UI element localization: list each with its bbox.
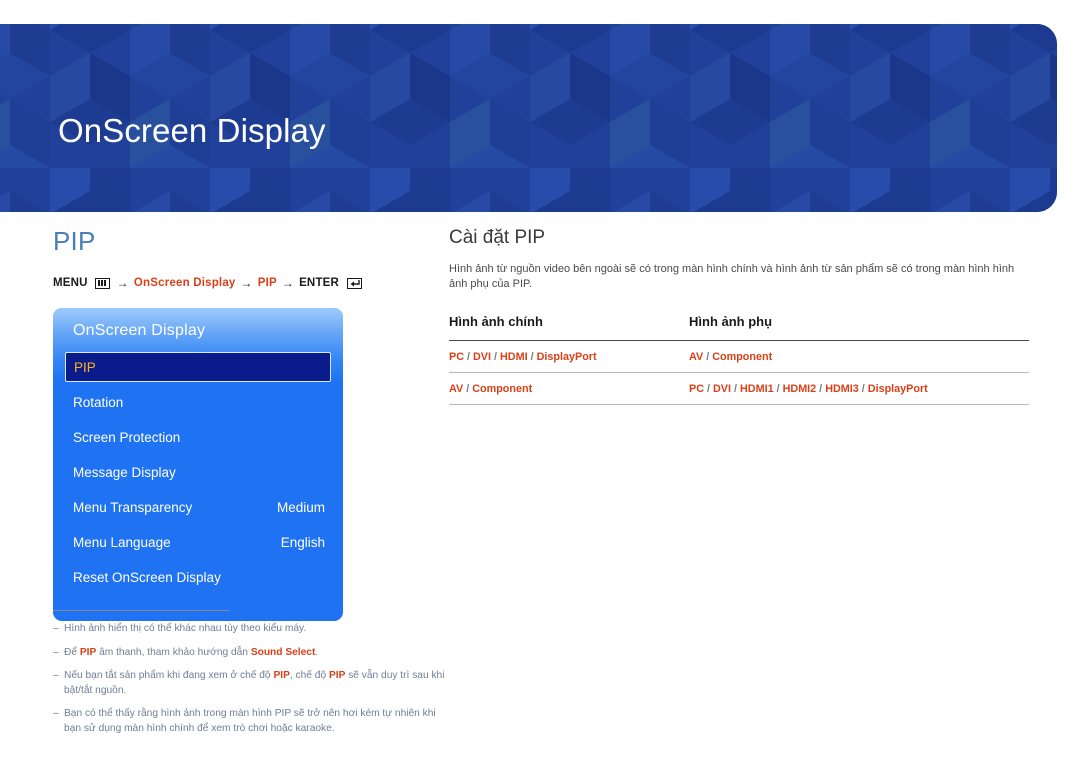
source-name: HDMI2 — [782, 382, 817, 395]
source-name: Component — [712, 350, 773, 363]
footnotes-section: – Hình ảnh hiển thị có thể khác nhau tùy … — [53, 610, 453, 745]
osd-panel-title: OnScreen Display — [73, 322, 206, 339]
breadcrumb-arrow-2: → — [240, 276, 253, 290]
cell-sub-sources: PC / DVI / HDMI1 / HDMI2 / HDMI3 / Displ… — [689, 372, 1029, 405]
source-separator: / — [858, 382, 868, 395]
cell-main-sources: AV / Component — [449, 372, 689, 405]
osd-item-label: Message Display — [73, 464, 176, 480]
footnote-item: – Bạn có thể thấy rằng hình ảnh trong màn… — [53, 707, 453, 736]
footnote-item: – Để PIP âm thanh, tham khảo hướng dẫn So… — [53, 646, 453, 661]
osd-item-label: PIP — [74, 359, 96, 375]
table-header-row: Hình ảnh chính Hình ảnh phụ — [449, 313, 1029, 341]
source-separator: / — [773, 382, 783, 395]
footnote-plain: Bạn có thể thấy rằng hình ảnh trong màn … — [64, 708, 436, 734]
menu-grid-icon — [94, 277, 110, 289]
source-name: AV — [449, 382, 464, 395]
breadcrumb-menu-label: MENU — [53, 277, 88, 289]
source-separator: / — [703, 350, 713, 363]
banner-title: OnScreen Display — [58, 112, 326, 149]
footnote-bullet: – — [53, 708, 59, 719]
table-row: PC / DVI / HDMI / DisplayPort AV / Compon… — [449, 340, 1029, 373]
footnote-highlight: PIP — [328, 670, 346, 681]
osd-item-value: Medium — [276, 499, 325, 515]
table-body: PC / DVI / HDMI / DisplayPort AV / Compon… — [449, 340, 1029, 405]
osd-menu-item-pip[interactable]: PIP — [65, 352, 331, 382]
right-column: Cài đặt PIP Hình ảnh từ nguồn video bên … — [449, 227, 1029, 405]
footnote-plain: Nếu bạn tắt sản phẩm khi đang xem ở chế … — [64, 670, 274, 681]
osd-menu-panel: OnScreen Display PIP Rotation Screen Prote… — [53, 308, 343, 621]
footnote-text: Nếu bạn tắt sản phẩm khi đang xem ở chế … — [64, 669, 453, 698]
cell-main-sources: PC / DVI / HDMI / DisplayPort — [449, 340, 689, 373]
source-separator: / — [464, 350, 473, 363]
osd-item-label: Menu Language — [73, 534, 171, 550]
source-separator: / — [704, 382, 713, 395]
breadcrumb-arrow-3: → — [281, 276, 295, 290]
footnote-plain: Hình ảnh hiển thị có thể khác nhau tùy t… — [64, 623, 307, 634]
footnote-bullet: – — [53, 646, 59, 658]
osd-menu-item-rotation[interactable]: Rotation — [53, 387, 343, 417]
cell-sub-sources: AV / Component — [689, 340, 1029, 373]
source-name: PC — [689, 382, 704, 395]
osd-item-label: Screen Protection — [73, 429, 181, 445]
source-separator: / — [491, 350, 500, 363]
source-name: HDMI3 — [825, 382, 859, 395]
footnotes-divider — [53, 610, 229, 611]
pip-settings-title: Cài đặt PIP — [449, 227, 546, 248]
footnote-text: Để PIP âm thanh, tham khảo hướng dẫn Sou… — [64, 646, 453, 661]
osd-item-value: English — [280, 534, 325, 550]
footnote-bullet: – — [53, 670, 59, 681]
footnote-text: Hình ảnh hiển thị có thể khác nhau tùy t… — [64, 622, 453, 637]
osd-menu-item-reset-onscreen-display[interactable]: Reset OnScreen Display — [53, 562, 343, 592]
left-column: PIP MENU → OnScreen Display → PIP → ENTE… — [53, 228, 433, 621]
source-name: PC — [449, 350, 464, 363]
osd-row-spacer — [53, 592, 343, 597]
source-name: HDMI1 — [740, 382, 774, 395]
column-header-main: Hình ảnh chính — [449, 313, 689, 341]
source-name: DVI — [473, 350, 491, 363]
source-name: HDMI — [500, 350, 528, 363]
source-name: Component — [472, 382, 533, 395]
breadcrumb-path-1: OnScreen Display — [133, 277, 236, 289]
footnote-plain: Để — [64, 646, 80, 658]
footnote-item: – Nếu bạn tắt sản phẩm khi đang xem ở chế… — [53, 669, 453, 698]
footnote-highlight: PIP — [273, 670, 290, 681]
osd-menu-item-message-display[interactable]: Message Display — [53, 457, 343, 487]
footnote-item: – Hình ảnh hiển thị có thể khác nhau tùy … — [53, 622, 453, 637]
footnote-list: – Hình ảnh hiển thị có thể khác nhau tùy … — [53, 622, 453, 736]
source-name: AV — [689, 350, 704, 363]
footnote-highlight: PIP — [79, 646, 97, 658]
source-separator: / — [463, 382, 473, 395]
footnote-text: Bạn có thể thấy rằng hình ảnh trong màn … — [64, 707, 453, 736]
osd-item-label: Reset OnScreen Display — [73, 569, 221, 585]
source-name: DisplayPort — [867, 382, 928, 395]
footnote-plain: âm thanh, tham khảo hướng dẫn — [96, 646, 251, 658]
breadcrumb-path-2: PIP — [257, 277, 277, 289]
source-separator: / — [816, 382, 826, 395]
footnote-bullet: – — [53, 623, 59, 634]
osd-menu-list: PIP Rotation Screen Protection Message Disp… — [53, 352, 343, 597]
footnote-plain: , chế độ — [289, 670, 329, 681]
osd-menu-item-menu-transparency[interactable]: Menu Transparency Medium — [53, 492, 343, 522]
source-name: DVI — [713, 382, 731, 395]
osd-item-label: Rotation — [73, 394, 124, 410]
source-name: DisplayPort — [536, 350, 597, 363]
breadcrumb: MENU → OnScreen Display → PIP → ENTER — [53, 276, 433, 290]
pip-source-table: Hình ảnh chính Hình ảnh phụ PC / DVI / H… — [449, 313, 1029, 405]
osd-item-label: Menu Transparency — [73, 499, 193, 515]
breadcrumb-arrow-1: → — [116, 276, 129, 290]
osd-menu-item-screen-protection[interactable]: Screen Protection — [53, 422, 343, 452]
footnote-plain: . — [315, 646, 319, 658]
footnote-highlight: Sound Select — [250, 646, 316, 658]
page-header-banner: OnScreen Display — [0, 24, 1057, 212]
enter-key-icon — [347, 277, 363, 289]
table-row: AV / Component PC / DVI / HDMI1 / HDMI2 /… — [449, 372, 1029, 405]
column-header-sub: Hình ảnh phụ — [689, 313, 1029, 341]
source-separator: / — [527, 350, 537, 363]
page-title: PIP — [53, 226, 96, 256]
pip-settings-description: Hình ảnh từ nguồn video bên ngoài sẽ có … — [449, 262, 1015, 291]
breadcrumb-enter-label: ENTER — [299, 277, 340, 289]
source-separator: / — [731, 382, 740, 395]
osd-menu-item-menu-language[interactable]: Menu Language English — [53, 527, 343, 557]
